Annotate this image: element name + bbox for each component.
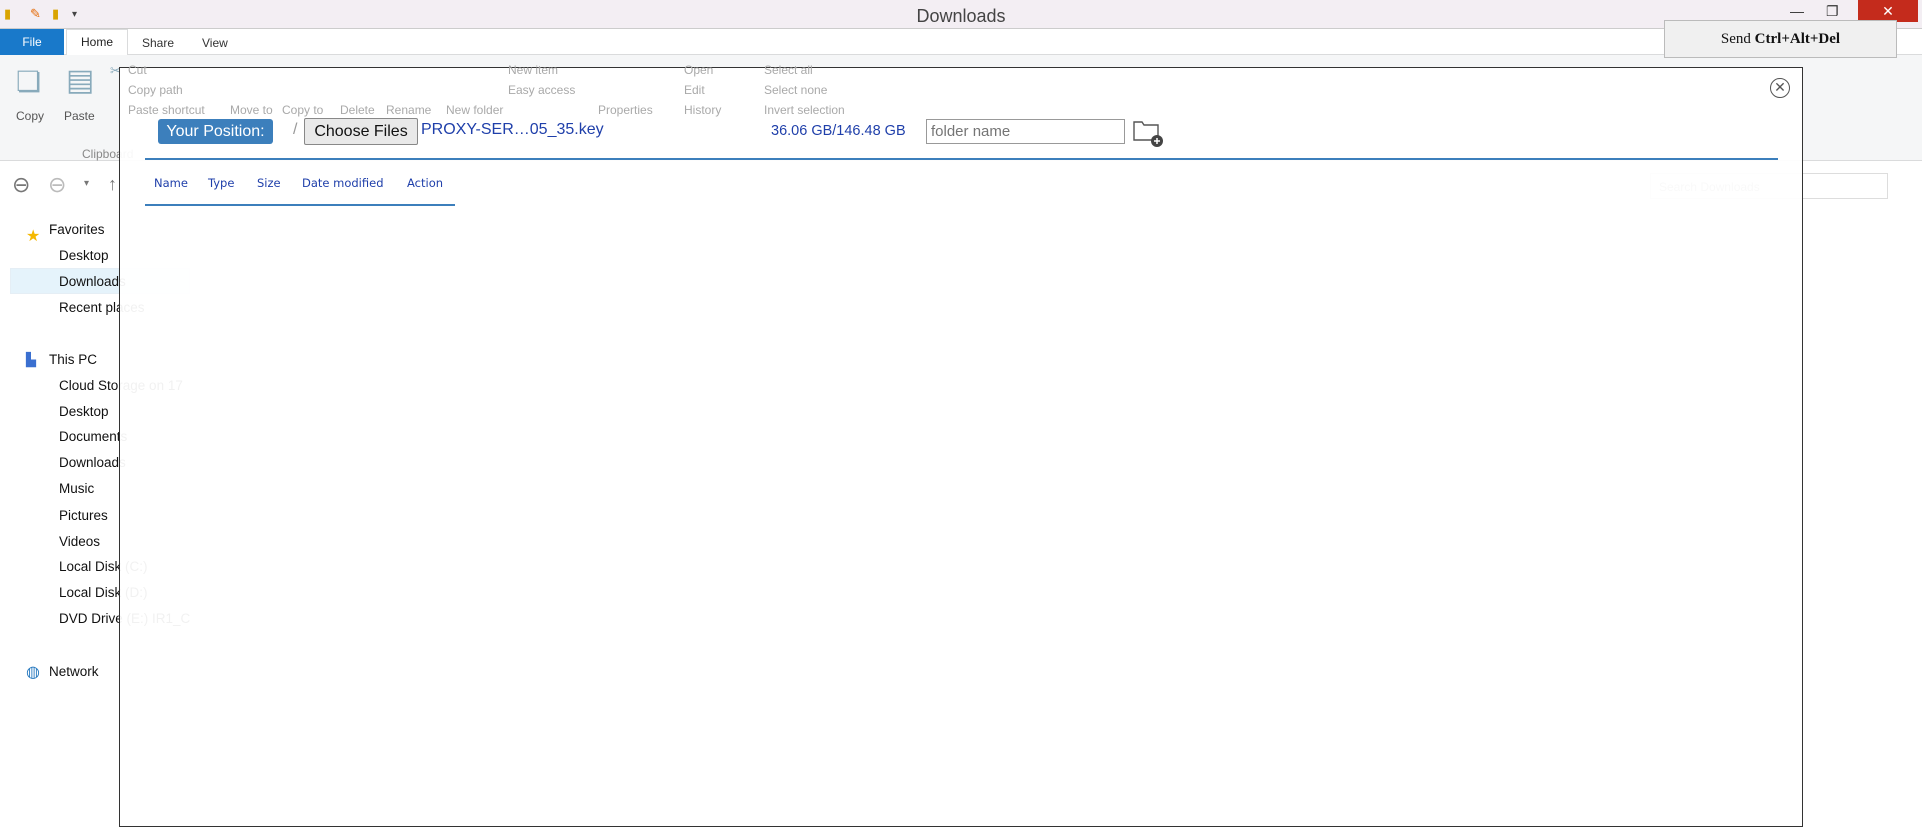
forward-icon[interactable]: ⊖: [48, 172, 66, 198]
select-none-button[interactable]: Select none: [764, 83, 827, 97]
invert-selection-button[interactable]: Invert selection: [764, 103, 845, 117]
history-button[interactable]: History: [684, 103, 721, 117]
move-to-button[interactable]: Move to: [230, 103, 273, 117]
sidebar-item-desktop-pc[interactable]: Desktop: [59, 404, 109, 419]
sidebar-this-pc[interactable]: This PC: [49, 352, 97, 367]
close-button[interactable]: ✕: [1858, 0, 1918, 22]
copy-button[interactable]: Copy: [16, 109, 44, 123]
properties-button[interactable]: Properties: [598, 103, 653, 117]
tab-home[interactable]: Home: [66, 29, 129, 55]
star-icon: ★: [26, 228, 41, 245]
header-divider: [145, 204, 455, 206]
window-title: Downloads: [916, 6, 1006, 26]
network-icon: ◍: [26, 664, 40, 681]
paste-shortcut-button[interactable]: Paste shortcut: [128, 103, 205, 117]
paste-icon: ▤: [66, 64, 95, 97]
computer-icon: ▙: [26, 352, 36, 367]
chosen-file-name: PROXY-SER…05_35.key: [421, 121, 604, 138]
new-folder-button[interactable]: New folder: [446, 103, 503, 117]
sidebar-item-videos[interactable]: Videos: [59, 534, 100, 549]
recent-locations-icon[interactable]: ▾: [84, 178, 89, 189]
title-bar: ▮ ✎ ▮ ▾ Downloads — ❐ ✕: [0, 0, 1922, 29]
column-date-modified[interactable]: Date modified: [302, 176, 384, 190]
open-button[interactable]: Open: [684, 63, 713, 77]
edit-button[interactable]: Edit: [684, 83, 705, 97]
root-path-link[interactable]: /: [293, 121, 297, 139]
storage-quota: 36.06 GB/146.48 GB: [771, 123, 906, 139]
dialog-close-icon[interactable]: ✕: [1770, 78, 1790, 98]
copy-icon: ❏: [16, 66, 42, 97]
new-item-button[interactable]: New item: [508, 63, 558, 77]
rename-button[interactable]: Rename: [386, 103, 431, 117]
ribbon-tabs: File Home Share View: [0, 29, 1922, 55]
easy-access-button[interactable]: Easy access: [508, 83, 575, 97]
delete-button[interactable]: Delete: [340, 103, 375, 117]
copy-to-button[interactable]: Copy to: [282, 103, 323, 117]
tab-share[interactable]: Share: [134, 33, 182, 53]
send-ctrl-alt-del-button[interactable]: Send Ctrl+Alt+Del: [1664, 20, 1897, 58]
send-label: Send: [1720, 31, 1755, 47]
minimize-button[interactable]: —: [1790, 3, 1804, 19]
column-type[interactable]: Type: [208, 176, 234, 190]
divider: [145, 158, 1778, 160]
tab-file[interactable]: File: [0, 29, 64, 55]
back-icon[interactable]: ⊖: [12, 172, 30, 198]
up-icon[interactable]: ↑: [108, 174, 117, 195]
sidebar-network[interactable]: Network: [49, 664, 99, 679]
folder-name-input[interactable]: [926, 119, 1125, 144]
sidebar-item-downloads[interactable]: Downloads: [59, 274, 126, 289]
sidebar-item-music[interactable]: Music: [59, 481, 94, 496]
column-name[interactable]: Name: [154, 176, 188, 190]
column-action[interactable]: Action: [407, 176, 443, 190]
your-position-label: Your Position:: [158, 119, 273, 144]
sidebar-item-pictures[interactable]: Pictures: [59, 508, 108, 523]
choose-files-button[interactable]: Choose Files: [304, 118, 418, 145]
select-all-button[interactable]: Select all: [764, 63, 813, 77]
create-folder-icon[interactable]: [1132, 118, 1164, 148]
ctrl-alt-del-keys: Ctrl+Alt+Del: [1754, 31, 1841, 47]
sidebar-item-documents[interactable]: Documents: [59, 429, 127, 444]
cut-button[interactable]: Cut: [128, 63, 147, 77]
paste-button[interactable]: Paste: [64, 109, 95, 123]
tab-view[interactable]: View: [194, 33, 236, 53]
copy-path-button[interactable]: Copy path: [128, 83, 183, 97]
sidebar-item-desktop[interactable]: Desktop: [59, 248, 109, 263]
sidebar-item-downloads-pc[interactable]: Downloads: [59, 455, 126, 470]
sidebar-favorites[interactable]: Favorites: [49, 222, 105, 237]
restore-button[interactable]: ❐: [1826, 3, 1839, 20]
column-size[interactable]: Size: [257, 176, 281, 190]
